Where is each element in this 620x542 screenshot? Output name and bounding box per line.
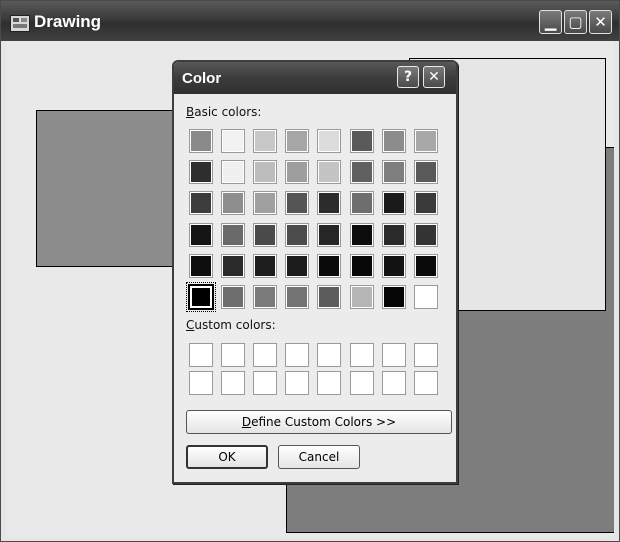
custom-color-swatch[interactable]	[189, 343, 213, 367]
cancel-button[interactable]: Cancel	[278, 445, 360, 469]
basic-color-swatch[interactable]	[349, 285, 374, 309]
basic-color-swatch[interactable]	[413, 285, 438, 309]
dialog-title: Color	[182, 70, 222, 87]
basic-color-swatch[interactable]	[285, 222, 310, 247]
custom-color-swatch[interactable]	[349, 371, 374, 395]
custom-color-swatch[interactable]	[221, 343, 246, 367]
window-title: Drawing	[34, 12, 102, 31]
custom-color-swatch[interactable]	[381, 343, 406, 367]
basic-color-swatch[interactable]	[221, 222, 246, 247]
basic-color-swatch[interactable]	[253, 222, 278, 247]
window-titlebar[interactable]: Drawing ▁ ▢ ✕	[1, 1, 619, 41]
basic-color-swatch[interactable]	[349, 160, 374, 185]
basic-color-swatch[interactable]	[221, 191, 246, 216]
ok-button[interactable]: OK	[186, 445, 268, 469]
basic-color-swatch[interactable]	[221, 253, 246, 278]
app-icon[interactable]	[10, 15, 30, 32]
basic-color-swatch[interactable]	[189, 222, 213, 247]
maximize-button[interactable]: ▢	[564, 10, 587, 34]
custom-color-swatch[interactable]	[381, 371, 406, 395]
basic-color-swatch[interactable]	[189, 129, 213, 153]
custom-color-swatch[interactable]	[317, 343, 342, 367]
basic-color-swatch[interactable]	[189, 253, 213, 278]
basic-color-swatch[interactable]	[413, 160, 438, 185]
basic-color-swatch[interactable]	[285, 160, 310, 185]
basic-color-swatch[interactable]	[381, 222, 406, 247]
basic-color-swatch[interactable]	[317, 222, 342, 247]
basic-color-swatch[interactable]	[381, 129, 406, 153]
basic-color-swatch[interactable]	[317, 160, 342, 185]
basic-color-swatch[interactable]	[413, 129, 438, 153]
custom-color-swatch[interactable]	[349, 343, 374, 367]
custom-color-swatch[interactable]	[189, 371, 213, 395]
basic-color-swatch[interactable]	[413, 191, 438, 216]
help-button[interactable]: ?	[397, 66, 419, 88]
basic-color-swatch[interactable]	[285, 253, 310, 278]
dialog-close-button[interactable]: ✕	[423, 66, 445, 88]
basic-color-swatch[interactable]	[413, 222, 438, 247]
basic-color-swatch[interactable]	[253, 253, 278, 278]
custom-color-swatch[interactable]	[285, 371, 310, 395]
basic-color-swatch[interactable]	[253, 160, 278, 185]
basic-color-swatch[interactable]	[381, 253, 406, 278]
basic-color-swatch[interactable]	[285, 191, 310, 216]
basic-color-swatch[interactable]	[221, 129, 246, 153]
basic-colors-label: Basic colors:	[186, 105, 262, 119]
basic-color-swatch[interactable]	[381, 191, 406, 216]
minimize-button[interactable]: ▁	[539, 10, 562, 34]
basic-color-swatch[interactable]	[349, 129, 374, 153]
basic-color-swatch[interactable]	[349, 222, 374, 247]
custom-color-swatch[interactable]	[253, 343, 278, 367]
basic-color-swatch[interactable]	[253, 191, 278, 216]
custom-color-swatch[interactable]	[221, 371, 246, 395]
basic-color-swatch[interactable]	[317, 129, 342, 153]
basic-color-swatch[interactable]	[381, 285, 406, 309]
custom-color-swatch[interactable]	[413, 371, 438, 395]
basic-color-swatch[interactable]	[317, 253, 342, 278]
basic-color-swatch[interactable]	[221, 160, 246, 185]
basic-color-swatch[interactable]	[253, 129, 278, 153]
custom-colors-label: Custom colors:	[186, 318, 276, 332]
basic-color-swatch[interactable]	[221, 285, 246, 309]
basic-color-swatch[interactable]	[189, 160, 213, 185]
custom-color-swatch[interactable]	[285, 343, 310, 367]
basic-color-swatch[interactable]	[253, 285, 278, 309]
define-custom-colors-button[interactable]: Define Custom Colors >>	[186, 410, 452, 434]
custom-color-swatch[interactable]	[253, 371, 278, 395]
custom-color-swatch[interactable]	[317, 371, 342, 395]
basic-color-swatch[interactable]	[189, 191, 213, 216]
basic-color-swatch[interactable]	[317, 191, 342, 216]
basic-color-swatch[interactable]	[413, 253, 438, 278]
basic-color-swatch[interactable]	[285, 129, 310, 153]
basic-color-swatch[interactable]	[381, 160, 406, 185]
basic-color-swatch[interactable]	[349, 253, 374, 278]
basic-color-swatch[interactable]	[285, 285, 310, 309]
basic-color-swatch[interactable]	[349, 191, 374, 216]
basic-color-swatch[interactable]	[188, 284, 214, 310]
basic-color-swatch[interactable]	[317, 285, 342, 309]
color-dialog: Color ? ✕ Basic colors: Custom colors: D…	[172, 60, 458, 484]
close-button[interactable]: ✕	[589, 10, 612, 34]
dialog-titlebar[interactable]: Color ? ✕	[174, 62, 456, 94]
custom-color-swatch[interactable]	[413, 343, 438, 367]
